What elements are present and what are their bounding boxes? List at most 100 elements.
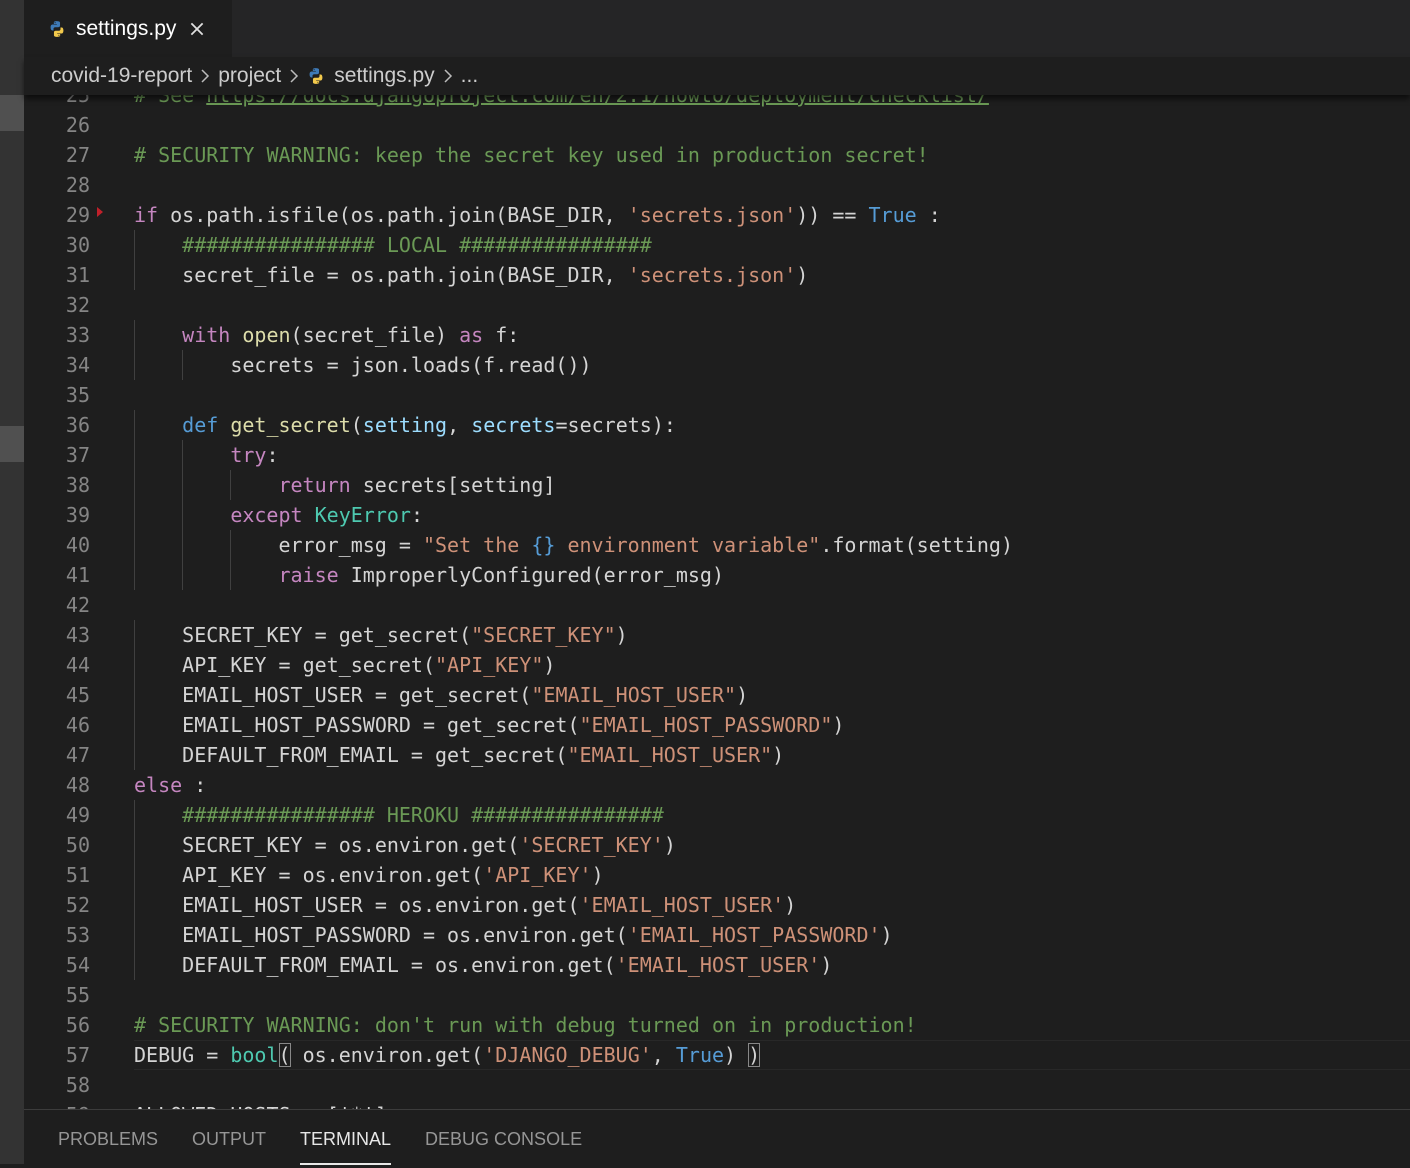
- code-line[interactable]: 31 secret_file = os.path.join(BASE_DIR, '…: [24, 260, 1410, 290]
- python-file-icon: [50, 20, 64, 37]
- code-token: open: [242, 323, 291, 347]
- code-line[interactable]: 50 SECRET_KEY = os.environ.get('SECRET_KE…: [24, 830, 1410, 860]
- code-text: EMAIL_HOST_USER = os.environ.get('EMAIL_…: [182, 890, 796, 920]
- code-token: ): [591, 863, 604, 887]
- code-token: ): [772, 743, 785, 767]
- code-line[interactable]: 49 ################ HEROKU ##############…: [24, 800, 1410, 830]
- tab-settings-py[interactable]: settings.py: [24, 0, 232, 57]
- code-token: secret_file = os.path.join(BASE_DIR,: [182, 263, 628, 287]
- code-text: API_KEY = get_secret("API_KEY"): [182, 650, 555, 680]
- bottom-panel-tabs: PROBLEMS OUTPUT TERMINAL DEBUG CONSOLE: [24, 1109, 1410, 1165]
- code-line[interactable]: 58: [24, 1070, 1410, 1100]
- close-icon[interactable]: [188, 20, 206, 38]
- line-number: 52: [65, 893, 90, 917]
- line-number: 26: [65, 113, 90, 137]
- code-token: ): [663, 833, 676, 857]
- code-token: KeyError: [314, 503, 411, 527]
- code-token: else: [134, 773, 183, 797]
- code-text: secrets = json.loads(f.read()): [230, 350, 591, 380]
- code-line[interactable]: 26: [24, 110, 1410, 140]
- code-token: # See: [134, 95, 207, 107]
- code-line[interactable]: 32: [24, 290, 1410, 320]
- breadcrumb: covid-19-report project settings.py ...: [24, 57, 1410, 95]
- code-token: )) ==: [796, 203, 869, 227]
- code-token: "SECRET_KEY": [471, 623, 616, 647]
- code-line[interactable]: 46 EMAIL_HOST_PASSWORD = get_secret("EMAI…: [24, 710, 1410, 740]
- code-line[interactable]: 59 ALLOWED_HOSTS = ['*']: [24, 1100, 1410, 1109]
- code-line[interactable]: 56 # SECURITY WARNING: don't run with deb…: [24, 1010, 1410, 1040]
- code-token: EMAIL_HOST_PASSWORD = os.environ.get(: [182, 923, 628, 947]
- code-line[interactable]: 44 API_KEY = get_secret("API_KEY"): [24, 650, 1410, 680]
- tab-problems[interactable]: PROBLEMS: [58, 1110, 158, 1165]
- code-token: secrets = json.loads(f.read()): [230, 353, 592, 377]
- tab-terminal[interactable]: TERMINAL: [300, 1110, 392, 1165]
- line-number: 47: [65, 743, 90, 767]
- code-line[interactable]: 43 SECRET_KEY = get_secret("SECRET_KEY"): [24, 620, 1410, 650]
- code-line[interactable]: 45 EMAIL_HOST_USER = get_secret("EMAIL_HO…: [24, 680, 1410, 710]
- code-token: ################ LOCAL ################: [182, 233, 652, 257]
- chevron-right-icon: [290, 69, 299, 83]
- code-line[interactable]: 51 API_KEY = os.environ.get('API_KEY'): [24, 860, 1410, 890]
- breadcrumb-item-folder[interactable]: covid-19-report: [51, 64, 192, 88]
- chevron-right-icon: [201, 69, 210, 83]
- line-number: 32: [65, 293, 90, 317]
- indent-guide: [230, 470, 232, 500]
- indent-guide: [134, 470, 135, 500]
- code-line[interactable]: 53 EMAIL_HOST_PASSWORD = os.environ.get('…: [24, 920, 1410, 950]
- code-line[interactable]: 37 try:: [24, 440, 1410, 470]
- code-token: ): [615, 623, 628, 647]
- code-token: ): [820, 953, 833, 977]
- code-line[interactable]: 52 EMAIL_HOST_USER = os.environ.get('EMAI…: [24, 890, 1410, 920]
- tab-output[interactable]: OUTPUT: [192, 1110, 266, 1165]
- code-line[interactable]: 28: [24, 170, 1410, 200]
- code-token: EMAIL_HOST_USER = os.environ.get(: [182, 893, 580, 917]
- code-line[interactable]: 27 # SECURITY WARNING: keep the secret ke…: [24, 140, 1410, 170]
- code-token: os.environ.get(: [290, 1043, 484, 1067]
- indent-guide: [134, 500, 135, 530]
- code-token: :: [410, 503, 423, 527]
- code-line[interactable]: 47 DEFAULT_FROM_EMAIL = get_secret("EMAIL…: [24, 740, 1410, 770]
- code-token: # SECURITY WARNING: don't run with debug…: [134, 1013, 917, 1037]
- code-line[interactable]: 38 return secrets[setting]: [24, 470, 1410, 500]
- indent-guide: [134, 890, 135, 920]
- line-number: 57: [65, 1043, 90, 1067]
- code-line[interactable]: 41 raise ImproperlyConfigured(error_msg): [24, 560, 1410, 590]
- code-line[interactable]: 30 ################ LOCAL ###############…: [24, 230, 1410, 260]
- line-number: 53: [65, 923, 90, 947]
- code-line[interactable]: 34 secrets = json.loads(f.read()): [24, 350, 1410, 380]
- code-token: return: [278, 473, 351, 497]
- indent-guide: [134, 650, 135, 680]
- code-line[interactable]: 36 def get_secret(setting, secrets=secret…: [24, 410, 1410, 440]
- code-token: if: [134, 203, 171, 227]
- indent-guide: [182, 500, 184, 530]
- code-editor[interactable]: 25 # See https://docs.djangoproject.com/e…: [24, 95, 1410, 1109]
- code-line[interactable]: 29 if os.path.isfile(os.path.join(BASE_DI…: [24, 200, 1410, 230]
- code-line[interactable]: 55: [24, 980, 1410, 1010]
- code-line[interactable]: 40 error_msg = "Set the {} environment va…: [24, 530, 1410, 560]
- code-line[interactable]: 25 # See https://docs.djangoproject.com/e…: [24, 95, 1410, 110]
- indent-guide: [182, 530, 184, 560]
- code-line[interactable]: 35: [24, 380, 1410, 410]
- code-token: :: [266, 443, 279, 467]
- code-text: SECRET_KEY = get_secret("SECRET_KEY"): [182, 620, 628, 650]
- indent-guide: [134, 680, 135, 710]
- code-line[interactable]: 39 except KeyError:: [24, 500, 1410, 530]
- code-line[interactable]: 33 with open(secret_file) as f:: [24, 320, 1410, 350]
- code-text: DEFAULT_FROM_EMAIL = os.environ.get('EMA…: [182, 950, 832, 980]
- breadcrumb-item-symbol[interactable]: ...: [461, 64, 479, 88]
- code-token: ): [832, 713, 845, 737]
- code-line[interactable]: 42: [24, 590, 1410, 620]
- code-text: try:: [230, 440, 278, 470]
- line-number: 35: [65, 383, 90, 407]
- breadcrumb-item-file[interactable]: settings.py: [334, 64, 434, 88]
- code-line[interactable]: 57 DEBUG = bool( os.environ.get('DJANGO_D…: [24, 1040, 1410, 1070]
- code-line[interactable]: 54 DEFAULT_FROM_EMAIL = os.environ.get('E…: [24, 950, 1410, 980]
- line-number: 54: [65, 953, 90, 977]
- line-number: 34: [65, 353, 90, 377]
- code-token: 'secrets.json': [627, 263, 797, 287]
- breadcrumb-item-project[interactable]: project: [218, 64, 281, 88]
- tab-debug-console[interactable]: DEBUG CONSOLE: [425, 1110, 582, 1165]
- code-text: SECRET_KEY = os.environ.get('SECRET_KEY'…: [182, 830, 676, 860]
- indent-guide: [230, 560, 232, 590]
- code-line[interactable]: 48 else :: [24, 770, 1410, 800]
